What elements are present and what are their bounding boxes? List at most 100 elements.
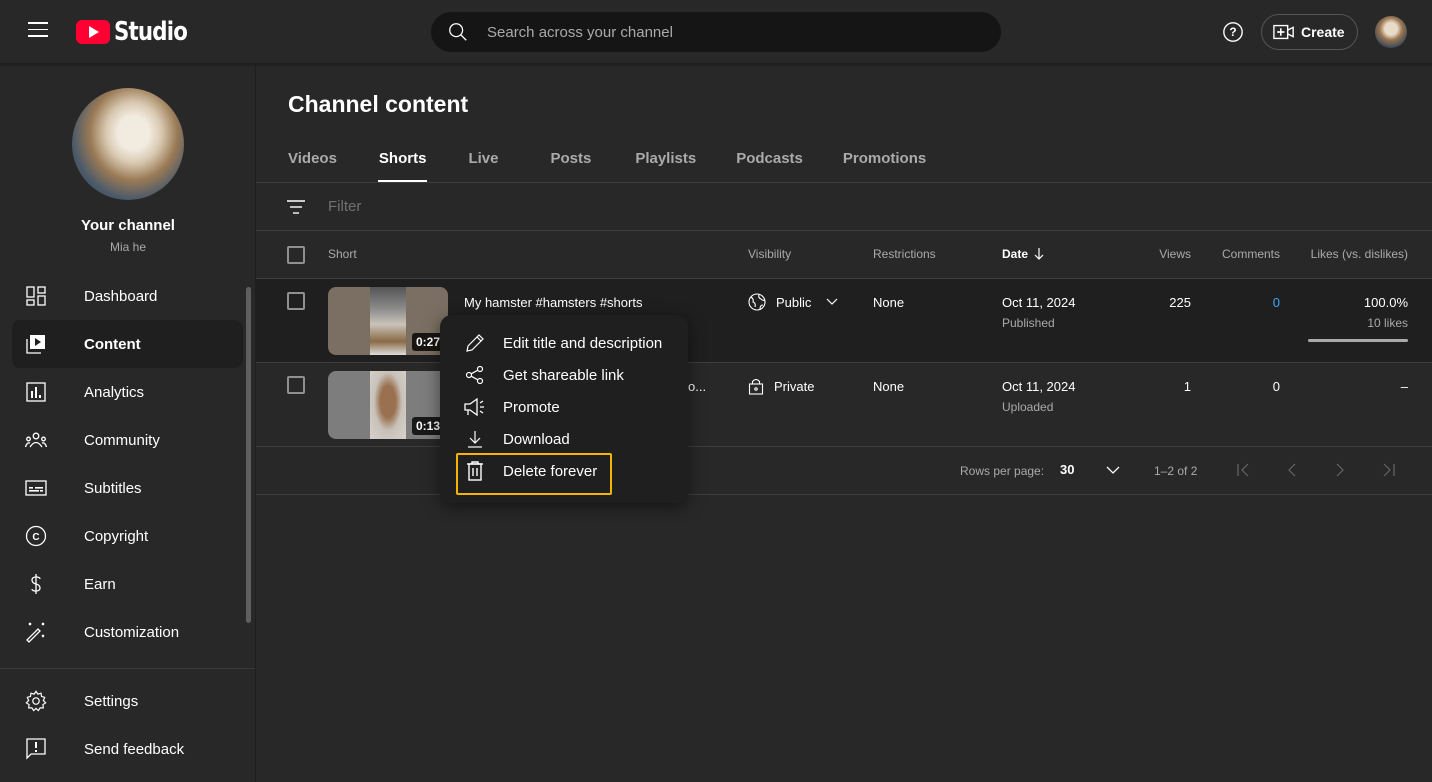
dashboard-icon [24,284,48,308]
sidebar-item-content[interactable]: Content [12,320,243,368]
dollar-icon [24,572,48,596]
studio-logo[interactable]: Studio [76,17,203,47]
sidebar-divider [0,668,255,669]
menu-icon[interactable] [28,22,48,42]
video-thumbnail[interactable]: 0:27 [328,287,448,355]
column-views: Views [1159,247,1191,261]
tab-promotions[interactable]: Promotions [843,137,926,183]
chevron-down-icon [826,298,838,305]
search-input[interactable] [487,23,967,41]
sidebar-item-earn[interactable]: Earn [12,560,243,608]
likes-count: 10 likes [1367,316,1408,330]
feedback-icon [24,737,48,761]
menu-item-get-shareable-link[interactable]: Get shareable link [440,359,688,391]
tab-live[interactable]: Live [468,137,498,183]
likes-cell: 100.0% 10 likes [1364,295,1408,330]
rows-per-page-select[interactable]: 30 [1060,462,1121,477]
row-checkbox[interactable] [287,376,305,394]
menu-item-label: Delete forever [503,462,598,480]
channel-name: Mia he [109,240,147,254]
last-page-icon[interactable] [1380,463,1396,477]
menu-item-edit-title[interactable]: Edit title and description [440,327,688,359]
download-icon [463,427,487,451]
sidebar-item-label: Analytics [84,383,145,401]
date-status: Uploaded [1002,400,1054,414]
sidebar-item-analytics[interactable]: Analytics [12,368,243,416]
magic-wand-icon [24,620,48,644]
sidebar-item-label: Subtitles [84,479,142,497]
table-row[interactable]: 0:27 My hamster #hamsters #shorts Public… [256,279,1432,363]
visibility-dropdown[interactable]: Public [748,293,839,311]
previous-page-icon[interactable] [1286,463,1298,477]
filter-icon[interactable] [286,198,306,216]
visibility-status: Private [748,377,814,395]
likes-ratio-bar [1308,339,1408,342]
page-title: Channel content [288,91,469,117]
sidebar-item-subtitles[interactable]: Subtitles [12,464,243,512]
options-context-menu: Edit title and description Get shareable… [440,315,688,503]
first-page-icon[interactable] [1236,463,1252,477]
visibility-label: Public [776,294,812,310]
filter-input[interactable] [328,198,1128,215]
gear-icon [24,689,48,713]
sidebar-item-label: Earn [84,575,116,593]
column-date[interactable]: Date [1002,247,1044,261]
channel-avatar[interactable] [72,88,184,200]
table-row[interactable]: 0:13 o... Private None Oct 11, 2024 Uplo… [256,363,1432,447]
menu-item-label: Get shareable link [503,366,624,384]
restrictions-value: None [873,295,905,310]
sidebar-item-label: Send feedback [84,740,185,758]
likes-percent: – [1400,379,1408,394]
sidebar-item-community[interactable]: Community [12,416,243,464]
row-checkbox[interactable] [287,292,305,310]
sidebar-item-customization[interactable]: Customization [12,608,243,656]
lock-icon [748,378,764,395]
menu-item-download[interactable]: Download [440,423,688,455]
video-title-truncated[interactable]: o... [688,379,706,394]
column-likes: Likes (vs. dislikes) [1310,247,1408,261]
sidebar-bottom-nav: Settings Send feedback [12,677,243,773]
video-title[interactable]: My hamster #hamsters #shorts [464,295,642,310]
likes-percent: 100.0% [1363,295,1408,310]
sidebar-item-settings[interactable]: Settings [12,677,243,725]
tab-videos[interactable]: Videos [288,137,337,183]
copyright-icon: C [24,524,48,548]
sidebar-item-label: Settings [84,692,139,710]
menu-item-label: Download [503,430,570,448]
filter-bar [256,183,1432,231]
comments-value[interactable]: 0 [1273,295,1280,310]
page-range: 1–2 of 2 [1154,464,1198,478]
date-cell: Oct 11, 2024 Uploaded [1002,379,1075,414]
add-video-icon [1273,24,1294,40]
tab-posts[interactable]: Posts [550,137,591,183]
pencil-icon [463,331,487,355]
tab-shorts[interactable]: Shorts [377,137,427,183]
column-restrictions: Restrictions [873,247,936,261]
column-short: Short [328,247,357,261]
search-bar[interactable] [431,12,1001,52]
column-date-label: Date [1002,247,1029,261]
account-avatar[interactable] [1375,16,1407,48]
logo-text: Studio [114,17,188,47]
rows-per-page-value: 30 [1060,462,1075,477]
sidebar-item-copyright[interactable]: C Copyright [12,512,243,560]
rows-per-page-label: Rows per page: [960,464,1045,478]
trash-icon [463,459,487,483]
sidebar-item-label: Copyright [84,527,149,545]
tab-playlists[interactable]: Playlists [635,137,696,183]
sidebar-item-send-feedback[interactable]: Send feedback [12,725,243,773]
menu-item-promote[interactable]: Promote [440,391,688,423]
help-icon[interactable]: ? [1222,21,1244,48]
tab-podcasts[interactable]: Podcasts [736,137,803,183]
megaphone-icon [463,395,487,419]
next-page-icon[interactable] [1334,463,1346,477]
channel-title: Your channel [81,217,175,234]
sidebar-item-dashboard[interactable]: Dashboard [12,272,243,320]
column-visibility: Visibility [748,247,792,261]
sidebar-scrollbar[interactable] [246,287,251,623]
sidebar-item-label: Dashboard [84,287,158,305]
select-all-checkbox[interactable] [287,246,305,264]
video-thumbnail[interactable]: 0:13 [328,371,448,439]
create-button[interactable]: Create [1261,14,1358,50]
menu-item-delete-forever[interactable]: Delete forever [440,453,688,495]
